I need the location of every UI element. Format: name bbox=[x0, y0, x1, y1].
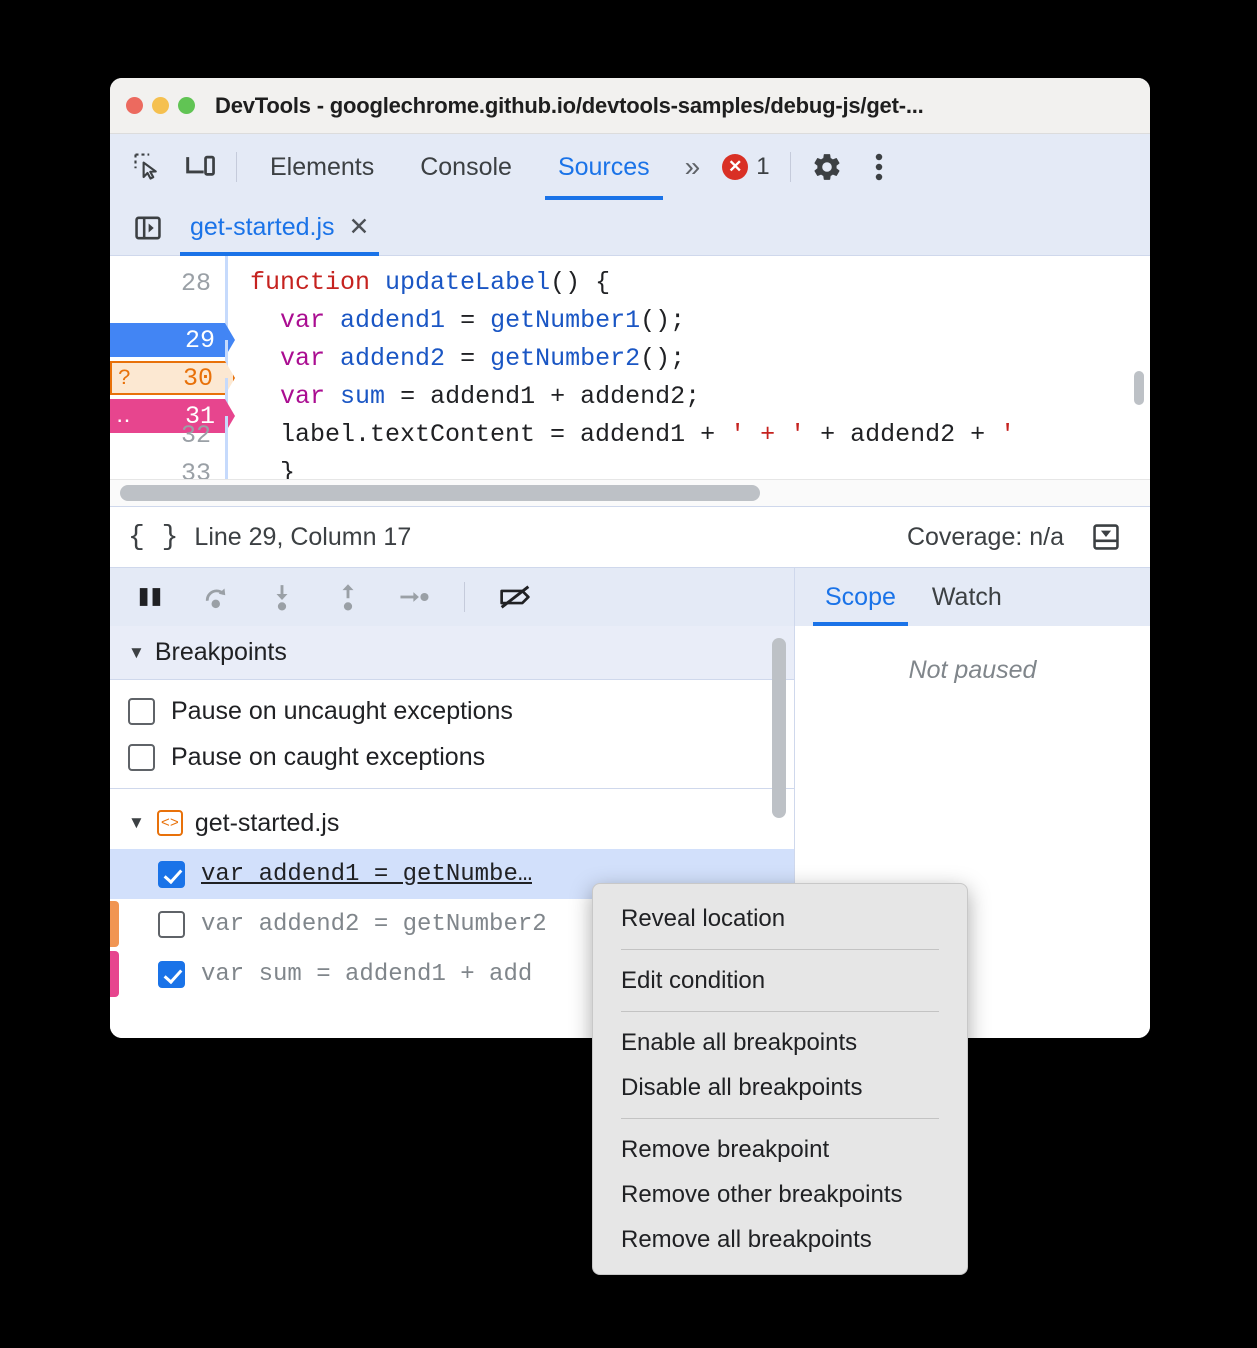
cursor-position: Line 29, Column 17 bbox=[194, 522, 412, 551]
context-menu-item-disable-all-breakpoints[interactable]: Disable all breakpoints bbox=[593, 1065, 967, 1110]
deactivate-breakpoints-icon[interactable] bbox=[489, 573, 541, 621]
tab-elements[interactable]: Elements bbox=[247, 134, 397, 200]
code-row: ? 30 var addend2 = getNumber2(); bbox=[110, 340, 1150, 395]
breakpoint-checkbox[interactable] bbox=[158, 860, 185, 888]
line-number[interactable]: 28 bbox=[110, 269, 225, 298]
minimize-window-button[interactable] bbox=[152, 97, 169, 114]
error-circle-icon: ✕ bbox=[722, 154, 749, 180]
pause-uncaught-checkbox[interactable] bbox=[128, 697, 155, 725]
debugger-toolbar bbox=[110, 568, 794, 626]
breakpoints-scrollbar[interactable] bbox=[772, 638, 786, 818]
context-menu-item-reveal-location[interactable]: Reveal location bbox=[593, 896, 967, 941]
error-badge[interactable]: ✕ 1 bbox=[712, 153, 779, 181]
conditional-breakpoint-indicator bbox=[110, 901, 119, 947]
show-drawer-icon[interactable] bbox=[1080, 513, 1132, 561]
line-number[interactable]: 27 bbox=[110, 256, 225, 260]
code-row: ‥ 31 var sum = addend1 + addend2; bbox=[110, 378, 1150, 433]
file-tab-bar: get-started.js ✕ bbox=[110, 200, 1150, 257]
show-navigator-icon[interactable] bbox=[122, 204, 174, 252]
scrollbar-thumb[interactable] bbox=[120, 485, 760, 501]
tab-console[interactable]: Console bbox=[397, 134, 535, 200]
context-menu-item-enable-all-breakpoints[interactable]: Enable all breakpoints bbox=[593, 1020, 967, 1065]
code-lines: 27 } 28 function updateLabel() { 29 var … bbox=[110, 256, 1150, 492]
traffic-lights bbox=[126, 97, 195, 114]
pause-on-caught-exceptions-row[interactable]: Pause on caught exceptions bbox=[110, 734, 794, 780]
breakpoint-checkbox[interactable] bbox=[158, 960, 185, 988]
logpoint-breakpoint-indicator bbox=[110, 951, 119, 997]
debug-toolbar-divider bbox=[464, 582, 465, 612]
code-text: var addend1 = getNumber1(); bbox=[225, 302, 1150, 340]
code-text: label.textContent = addend1 + ' + ' + ad… bbox=[225, 416, 1150, 454]
js-file-icon: <> bbox=[156, 810, 183, 836]
editor-status-bar: { } Line 29, Column 17 Coverage: n/a bbox=[110, 506, 1150, 568]
step-icon[interactable] bbox=[388, 573, 440, 621]
file-tab-label: get-started.js bbox=[190, 213, 335, 241]
close-window-button[interactable] bbox=[126, 97, 143, 114]
breakpoint-label: var addend2 = getNumber2 bbox=[201, 910, 547, 938]
pause-on-uncaught-exceptions-row[interactable]: Pause on uncaught exceptions bbox=[110, 688, 794, 734]
tab-scope[interactable]: Scope bbox=[807, 568, 914, 626]
breakpoint-label: var sum = addend1 + add bbox=[201, 960, 533, 988]
pretty-print-icon[interactable]: { } bbox=[128, 522, 178, 553]
breakpoints-section-header[interactable]: ▼ Breakpoints bbox=[110, 626, 794, 680]
breakpoint-context-menu: Reveal location Edit condition Enable al… bbox=[592, 883, 968, 1275]
pause-caught-checkbox[interactable] bbox=[128, 743, 155, 771]
code-row: 27 } bbox=[110, 256, 1150, 264]
error-count: 1 bbox=[756, 153, 770, 180]
three-dot-menu-icon[interactable] bbox=[853, 143, 905, 191]
chevron-down-icon[interactable]: ▼ bbox=[128, 813, 145, 833]
more-tabs-icon[interactable]: » bbox=[673, 151, 713, 183]
context-menu-item-remove-all-breakpoints[interactable]: Remove all breakpoints bbox=[593, 1217, 967, 1262]
file-tab-get-started-js[interactable]: get-started.js ✕ bbox=[174, 200, 385, 257]
code-text: var addend2 = getNumber2(); bbox=[225, 340, 1150, 378]
context-menu-separator bbox=[621, 1011, 939, 1012]
context-menu-item-edit-condition[interactable]: Edit condition bbox=[593, 958, 967, 1003]
breakpoints-header-label: Breakpoints bbox=[154, 638, 287, 666]
scope-watch-tab-bar: Scope Watch bbox=[795, 568, 1150, 626]
breakpoints-divider bbox=[110, 788, 794, 789]
context-menu-separator bbox=[621, 1118, 939, 1119]
code-editor[interactable]: 27 } 28 function updateLabel() { 29 var … bbox=[110, 256, 1150, 506]
breakpoint-label: var addend1 = getNumbe… bbox=[201, 860, 533, 888]
code-text: } bbox=[225, 256, 1150, 264]
breakpoint-file-group[interactable]: ▼ <> get-started.js bbox=[110, 797, 794, 849]
line-number[interactable]: 32 bbox=[110, 421, 225, 450]
chevron-down-icon: ▼ bbox=[128, 642, 145, 662]
code-text: function updateLabel() { bbox=[225, 264, 1150, 302]
tab-watch[interactable]: Watch bbox=[914, 568, 1020, 626]
coverage-status: Coverage: n/a bbox=[906, 522, 1064, 551]
toolbar-divider bbox=[236, 152, 237, 182]
pause-icon[interactable] bbox=[124, 573, 176, 621]
toolbar-divider-2 bbox=[789, 152, 791, 182]
breakpoint-checkbox[interactable] bbox=[158, 910, 185, 938]
tab-sources[interactable]: Sources bbox=[535, 134, 673, 200]
devtools-tab-bar: Elements Console Sources » ✕ 1 bbox=[110, 134, 1150, 200]
code-row: 29 var addend1 = getNumber1(); bbox=[110, 302, 1150, 357]
context-menu-item-remove-breakpoint[interactable]: Remove breakpoint bbox=[593, 1127, 967, 1172]
editor-horizontal-scrollbar[interactable] bbox=[110, 479, 1150, 506]
step-over-icon[interactable] bbox=[190, 573, 242, 621]
step-into-icon[interactable] bbox=[256, 573, 308, 621]
editor-vertical-scrollbar[interactable] bbox=[1134, 371, 1144, 405]
window-title: DevTools - googlechrome.github.io/devtoo… bbox=[215, 92, 924, 118]
step-out-icon[interactable] bbox=[322, 573, 374, 621]
pause-uncaught-label: Pause on uncaught exceptions bbox=[171, 696, 513, 725]
title-bar: DevTools - googlechrome.github.io/devtoo… bbox=[110, 78, 1150, 134]
code-text: var sum = addend1 + addend2; bbox=[225, 378, 1150, 416]
device-toolbar-icon[interactable] bbox=[174, 143, 226, 191]
breakpoint-file-name: get-started.js bbox=[194, 808, 340, 837]
context-menu-separator bbox=[621, 949, 939, 950]
inspect-element-icon[interactable] bbox=[122, 143, 174, 191]
pause-caught-label: Pause on caught exceptions bbox=[171, 742, 486, 771]
code-row: 28 function updateLabel() { bbox=[110, 264, 1150, 302]
code-row: 32 label.textContent = addend1 + ' + ' +… bbox=[110, 416, 1150, 454]
context-menu-item-remove-other-breakpoints[interactable]: Remove other breakpoints bbox=[593, 1172, 967, 1217]
maximize-window-button[interactable] bbox=[178, 97, 195, 114]
gear-icon[interactable] bbox=[801, 143, 853, 191]
close-icon[interactable]: ✕ bbox=[349, 215, 370, 240]
